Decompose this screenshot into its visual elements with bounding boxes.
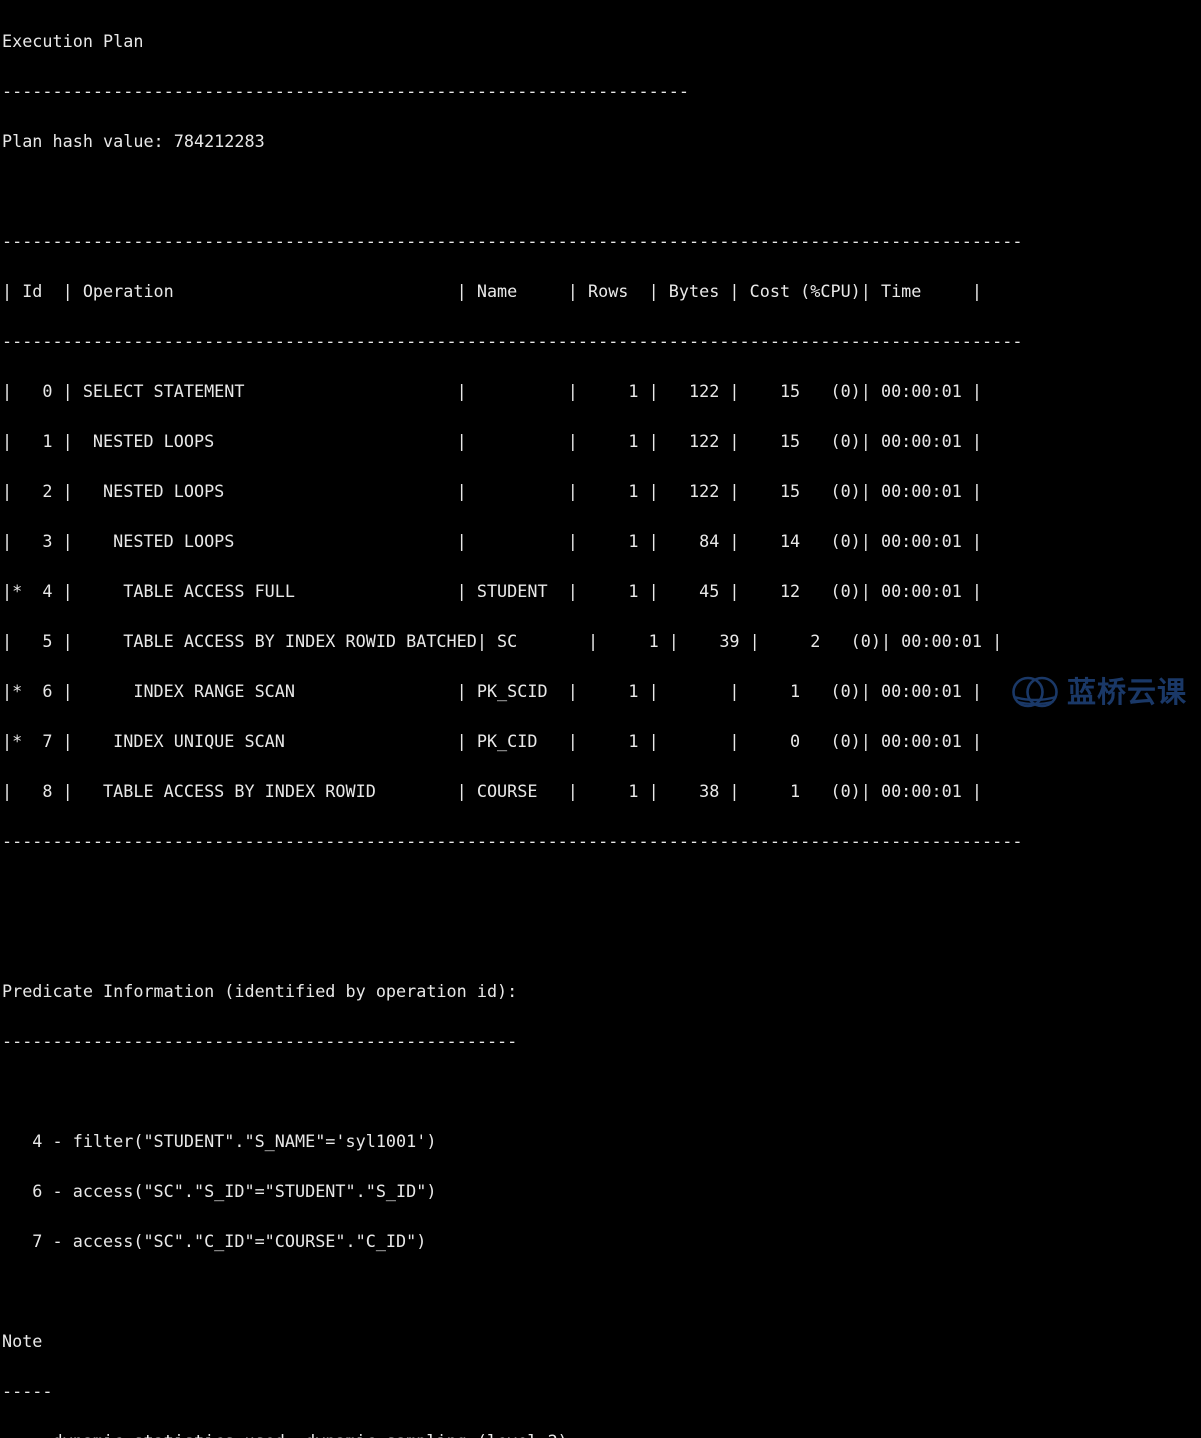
note-rule: ----- bbox=[2, 1381, 53, 1401]
header-rule: ----------------------------------------… bbox=[2, 81, 690, 101]
plan-hash-value: Plan hash value: 784212283 bbox=[2, 131, 265, 151]
plan-table-header-rule: ----------------------------------------… bbox=[2, 331, 1023, 351]
plan-table-top-rule: ----------------------------------------… bbox=[2, 231, 1023, 251]
table-row: | 1 | NESTED LOOPS | | 1 | 122 | 15 (0)|… bbox=[2, 431, 983, 451]
table-row: | 0 | SELECT STATEMENT | | 1 | 122 | 15 … bbox=[2, 381, 983, 401]
table-row: | 8 | TABLE ACCESS BY INDEX ROWID | COUR… bbox=[2, 781, 983, 801]
table-row: | 2 | NESTED LOOPS | | 1 | 122 | 15 (0)|… bbox=[2, 481, 983, 501]
predicate-entry: 6 - access("SC"."S_ID"="STUDENT"."S_ID") bbox=[2, 1181, 437, 1201]
terminal-output: Execution Plan -------------------------… bbox=[0, 0, 1201, 1438]
table-row: | 3 | NESTED LOOPS | | 1 | 84 | 14 (0)| … bbox=[2, 531, 983, 551]
plan-table-header-row: | Id | Operation | Name | Rows | Bytes |… bbox=[2, 281, 983, 301]
predicate-information-title: Predicate Information (identified by ope… bbox=[2, 981, 518, 1001]
note-title: Note bbox=[2, 1331, 43, 1351]
table-row: |* 7 | INDEX UNIQUE SCAN | PK_CID | 1 | … bbox=[2, 731, 983, 751]
execution-plan-title: Execution Plan bbox=[2, 31, 144, 51]
predicate-entry: 4 - filter("STUDENT"."S_NAME"='syl1001') bbox=[2, 1131, 437, 1151]
note-entry: - dynamic statistics used: dynamic sampl… bbox=[2, 1429, 1201, 1438]
plan-table-bottom-rule: ----------------------------------------… bbox=[2, 831, 1023, 851]
predicate-information-rule: ----------------------------------------… bbox=[2, 1031, 518, 1051]
predicate-entry: 7 - access("SC"."C_ID"="COURSE"."C_ID") bbox=[2, 1231, 427, 1251]
table-row: |* 6 | INDEX RANGE SCAN | PK_SCID | 1 | … bbox=[2, 681, 983, 701]
table-row: | 5 | TABLE ACCESS BY INDEX ROWID BATCHE… bbox=[2, 631, 1003, 651]
table-row: |* 4 | TABLE ACCESS FULL | STUDENT | 1 |… bbox=[2, 581, 983, 601]
